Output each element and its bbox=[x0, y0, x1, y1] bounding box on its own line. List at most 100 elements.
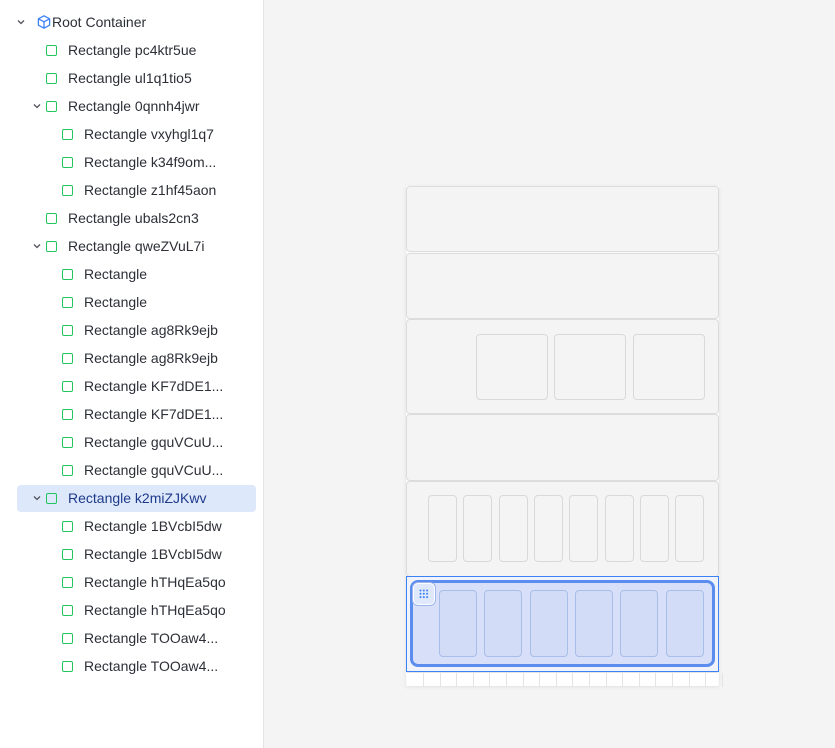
layer-label: Rectangle ubals2cn3 bbox=[68, 210, 199, 226]
layer-label: Rectangle k34f9om... bbox=[84, 154, 217, 170]
ruler-tick bbox=[539, 673, 541, 687]
ruler-tick bbox=[472, 673, 474, 687]
canvas-child-rectangle[interactable] bbox=[675, 495, 705, 562]
layer-label: Rectangle k2miZJKwv bbox=[68, 490, 207, 506]
layer-label: Rectangle gquVCuU... bbox=[84, 462, 224, 478]
canvas-child-rectangle[interactable] bbox=[463, 495, 493, 562]
layer-row[interactable]: Rectangle gquVCuU... bbox=[17, 429, 256, 456]
selected-child-rectangle[interactable] bbox=[529, 590, 568, 657]
chevron-down-icon[interactable] bbox=[32, 241, 42, 251]
selected-child-rectangle[interactable] bbox=[574, 590, 613, 657]
ruler-tick bbox=[423, 673, 424, 687]
canvas-child-rectangle[interactable] bbox=[633, 334, 705, 400]
canvas-rectangle[interactable] bbox=[406, 253, 719, 319]
layer-row[interactable]: Rectangle k34f9om... bbox=[17, 149, 256, 176]
layer-row[interactable]: Rectangle ag8Rk9ejb bbox=[17, 345, 256, 372]
layer-label: Rectangle TOOaw4... bbox=[84, 658, 219, 674]
rectangle-icon bbox=[62, 129, 73, 140]
layer-row[interactable]: Rectangle ul1q1tio5 bbox=[17, 65, 256, 92]
rectangle-icon bbox=[62, 325, 73, 336]
canvas-child-rectangle[interactable] bbox=[569, 495, 599, 562]
layer-row[interactable]: Rectangle hTHqEa5qo bbox=[17, 597, 256, 624]
layer-label: Rectangle hTHqEa5qo bbox=[84, 602, 226, 618]
layer-row[interactable]: Rectangle 0qnnh4jwr bbox=[17, 93, 256, 120]
selected-child-rectangle[interactable] bbox=[439, 590, 477, 657]
rectangle-icon bbox=[62, 549, 73, 560]
grid-handle-icon[interactable] bbox=[413, 583, 435, 605]
layer-label: Rectangle ag8Rk9ejb bbox=[84, 322, 218, 338]
layer-row[interactable]: Rectangle 1BVcbI5dw bbox=[17, 513, 256, 540]
chevron-down-icon[interactable] bbox=[16, 17, 26, 27]
layer-row[interactable]: Rectangle z1hf45aon bbox=[17, 177, 256, 204]
ruler-tick bbox=[655, 673, 657, 687]
layer-row-root[interactable]: Root Container bbox=[17, 9, 256, 36]
rectangle-icon bbox=[62, 297, 73, 308]
layer-label: Rectangle vxyhgl1q7 bbox=[84, 126, 214, 142]
rectangle-icon bbox=[46, 101, 57, 112]
rectangle-icon bbox=[62, 185, 73, 196]
canvas-rectangle[interactable] bbox=[406, 186, 719, 252]
layer-label: Rectangle bbox=[84, 266, 148, 282]
canvas-child-rectangle[interactable] bbox=[604, 495, 634, 562]
canvas-child-rectangle[interactable] bbox=[498, 495, 528, 562]
rectangle-icon bbox=[62, 437, 73, 448]
layer-label: Rectangle TOOaw4... bbox=[84, 630, 219, 646]
layer-label: Rectangle KF7dDE1... bbox=[84, 378, 224, 394]
ruler-tick bbox=[572, 673, 574, 687]
canvas-child-rectangle[interactable] bbox=[639, 495, 669, 562]
layer-label: Root Container bbox=[52, 14, 147, 30]
canvas-ruler-strip bbox=[407, 672, 723, 687]
layer-row[interactable]: Rectangle gquVCuU... bbox=[17, 457, 256, 484]
selected-child-rectangle[interactable] bbox=[665, 590, 704, 657]
layer-label: Rectangle KF7dDE1... bbox=[84, 406, 224, 422]
layer-row[interactable]: Rectangle TOOaw4... bbox=[17, 625, 256, 652]
layer-label: Rectangle ul1q1tio5 bbox=[68, 70, 192, 86]
layer-row[interactable]: Rectangle qweZVuL7i bbox=[17, 233, 256, 260]
ruler-tick bbox=[506, 673, 507, 687]
layer-row[interactable]: Rectangle k2miZJKwv bbox=[17, 485, 256, 512]
layer-row[interactable]: Rectangle KF7dDE1... bbox=[17, 401, 256, 428]
ruler-tick bbox=[456, 673, 458, 687]
layer-row[interactable]: Rectangle KF7dDE1... bbox=[17, 373, 256, 400]
canvas-child-rectangle[interactable] bbox=[428, 495, 457, 562]
rectangle-icon bbox=[62, 465, 73, 476]
canvas-child-rectangle[interactable] bbox=[476, 334, 548, 400]
rectangle-icon bbox=[62, 157, 73, 168]
layer-label: Rectangle 1BVcbI5dw bbox=[84, 546, 222, 562]
canvas-rectangle[interactable] bbox=[406, 414, 719, 481]
chevron-down-icon[interactable] bbox=[32, 101, 42, 111]
layer-label: Rectangle bbox=[84, 294, 148, 310]
layer-row[interactable]: Rectangle vxyhgl1q7 bbox=[17, 121, 256, 148]
layer-row[interactable]: Rectangle pc4ktr5ue bbox=[17, 37, 256, 64]
ruler-tick bbox=[489, 673, 491, 687]
rectangle-icon bbox=[62, 269, 73, 280]
selected-child-rectangle[interactable] bbox=[484, 590, 523, 657]
layer-row[interactable]: Rectangle bbox=[17, 289, 256, 316]
cube-icon bbox=[36, 14, 52, 30]
layer-row[interactable]: Rectangle ag8Rk9ejb bbox=[17, 317, 256, 344]
canvas-child-rectangle[interactable] bbox=[533, 495, 563, 562]
layer-label: Rectangle pc4ktr5ue bbox=[68, 42, 197, 58]
selected-child-rectangle[interactable] bbox=[620, 590, 659, 657]
layer-row[interactable]: Rectangle bbox=[17, 261, 256, 288]
layer-row[interactable]: Rectangle 1BVcbI5dw bbox=[17, 541, 256, 568]
layer-row[interactable]: Rectangle ubals2cn3 bbox=[17, 205, 256, 232]
layers-panel: Root Container Rectangle pc4ktr5ue Rectang… bbox=[0, 0, 264, 748]
rectangle-icon bbox=[46, 213, 57, 224]
layer-row[interactable]: Rectangle TOOaw4... bbox=[17, 653, 256, 680]
layer-label: Rectangle 1BVcbI5dw bbox=[84, 518, 222, 534]
ruler-tick bbox=[605, 673, 607, 687]
rectangle-icon bbox=[62, 633, 73, 644]
rectangle-icon bbox=[46, 241, 57, 252]
ruler-tick bbox=[705, 673, 707, 687]
rectangle-icon bbox=[46, 493, 57, 504]
chevron-down-icon[interactable] bbox=[32, 493, 42, 503]
layer-label: Rectangle gquVCuU... bbox=[84, 434, 224, 450]
canvas-child-rectangle[interactable] bbox=[554, 334, 626, 400]
layer-row[interactable]: Rectangle hTHqEa5qo bbox=[17, 569, 256, 596]
ruler-tick bbox=[522, 673, 524, 687]
rectangle-icon bbox=[62, 577, 73, 588]
layer-label: Rectangle hTHqEa5qo bbox=[84, 574, 226, 590]
ruler-tick bbox=[555, 673, 557, 687]
ruler-tick bbox=[672, 673, 673, 687]
